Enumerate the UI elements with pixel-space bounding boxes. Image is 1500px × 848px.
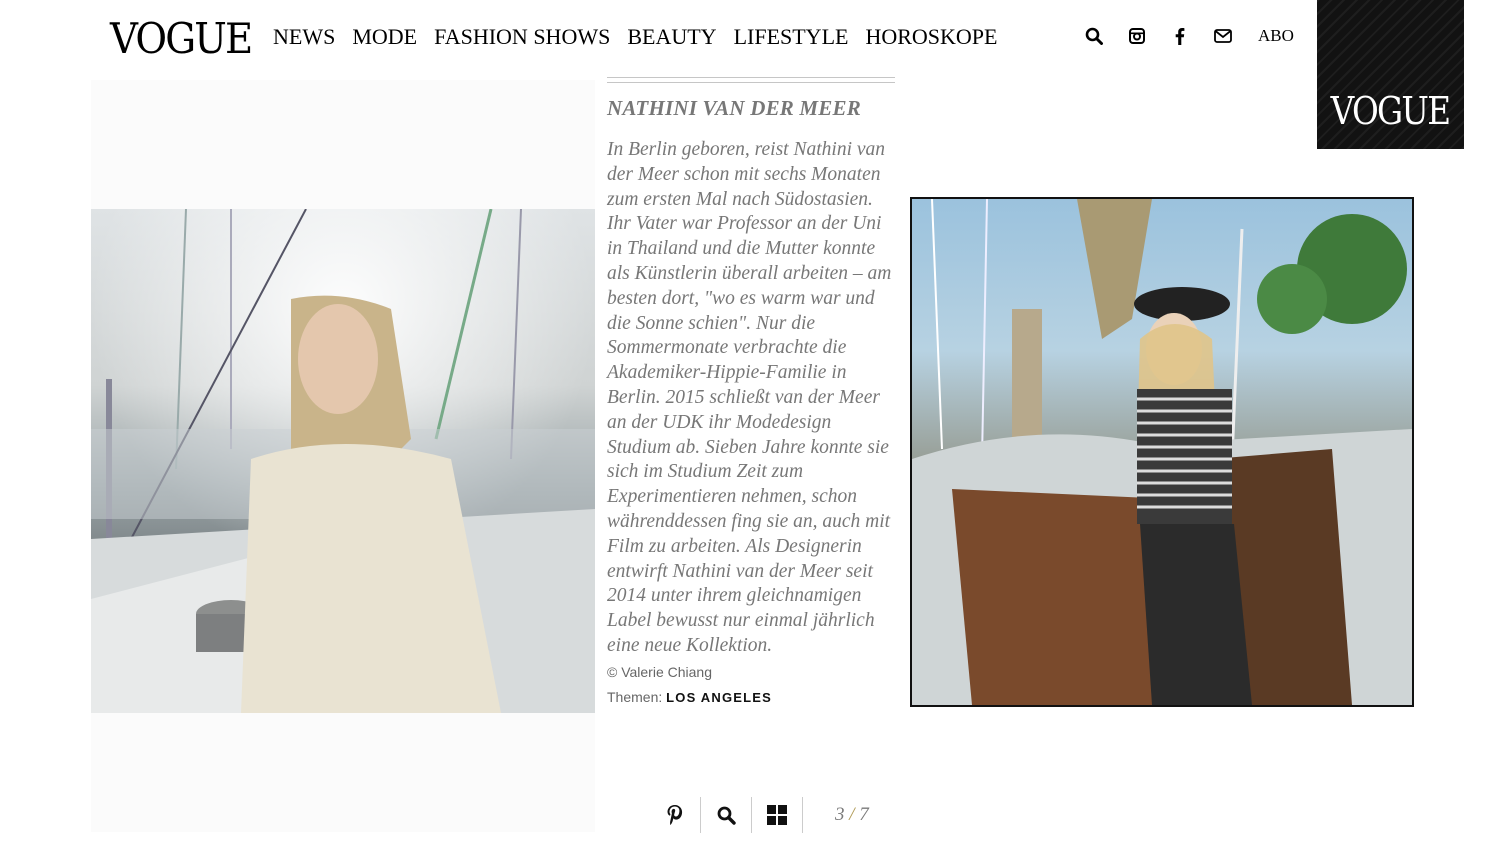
nav-item-mode[interactable]: MODE: [352, 24, 417, 50]
nav-item-beauty[interactable]: BEAUTY: [627, 24, 716, 50]
nav-item-news[interactable]: NEWS: [273, 24, 335, 50]
themes-line: Themen: LOS ANGELES: [607, 689, 772, 705]
article-divider: [607, 77, 895, 83]
theme-link-los-angeles[interactable]: LOS ANGELES: [666, 690, 772, 705]
header-actions: ABO: [1084, 26, 1294, 46]
facebook-icon[interactable]: [1170, 26, 1190, 46]
pager-separator: /: [849, 804, 855, 825]
main-nav: NEWS MODE FASHION SHOWS BEAUTY LIFESTYLE…: [273, 24, 997, 50]
article-title: NATHINI VAN DER MEER: [607, 96, 861, 120]
gallery-pager: 3 / 7: [835, 804, 869, 826]
gallery-toolbar: 3 / 7: [650, 797, 869, 833]
article-body: In Berlin geboren, reist Nathini van der…: [607, 139, 892, 656]
badge-logo-text: VOGUE: [1331, 89, 1451, 133]
nav-item-fashion-shows[interactable]: FASHION SHOWS: [434, 24, 610, 50]
vogue-badge[interactable]: VOGUE: [1317, 0, 1464, 149]
instagram-icon[interactable]: [1127, 26, 1147, 46]
photo-woman-on-sailboat[interactable]: [910, 197, 1414, 707]
search-icon[interactable]: [1084, 26, 1104, 46]
zoom-icon[interactable]: [701, 797, 751, 833]
pager-total: 7: [859, 804, 869, 825]
toolbar-divider: [802, 797, 803, 833]
themes-label: Themen:: [607, 689, 663, 705]
grid-icon[interactable]: [752, 797, 802, 833]
mail-icon[interactable]: [1213, 26, 1233, 46]
nav-item-horoskope[interactable]: HOROSKOPE: [865, 24, 997, 50]
nav-item-lifestyle[interactable]: LIFESTYLE: [734, 24, 849, 50]
vogue-logo[interactable]: VOGUE: [110, 14, 253, 63]
pinterest-icon[interactable]: [650, 797, 700, 833]
photo-credit: © Valerie Chiang: [607, 664, 712, 680]
photo-woman-on-boat[interactable]: [91, 209, 595, 713]
pager-current: 3: [835, 804, 845, 825]
abo-link[interactable]: ABO: [1258, 26, 1294, 46]
